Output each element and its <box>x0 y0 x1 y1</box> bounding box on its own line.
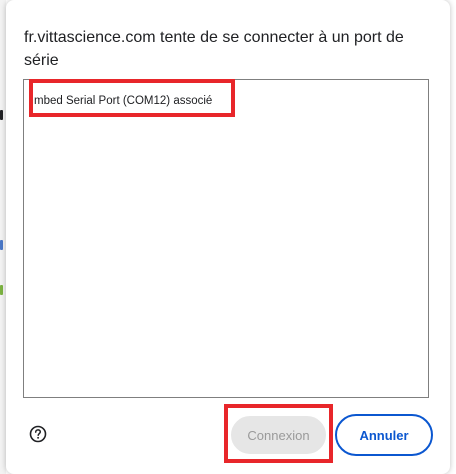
page: fr.vittascience.com tente de se connecte… <box>0 0 456 474</box>
dialog-title: fr.vittascience.com tente de se connecte… <box>24 29 404 69</box>
device-list-item[interactable]: mbed Serial Port (COM12) associé <box>34 90 212 112</box>
device-list[interactable]: mbed Serial Port (COM12) associé <box>23 79 429 398</box>
backdrop-mark <box>0 285 3 295</box>
help-icon[interactable] <box>28 424 48 444</box>
connect-button[interactable]: Connexion <box>231 416 326 454</box>
backdrop-mark <box>0 240 3 250</box>
help-circle-icon <box>29 425 47 443</box>
backdrop-mark <box>0 110 3 120</box>
cancel-button[interactable]: Annuler <box>335 414 433 456</box>
serial-port-chooser-dialog: fr.vittascience.com tente de se connecte… <box>6 0 450 474</box>
